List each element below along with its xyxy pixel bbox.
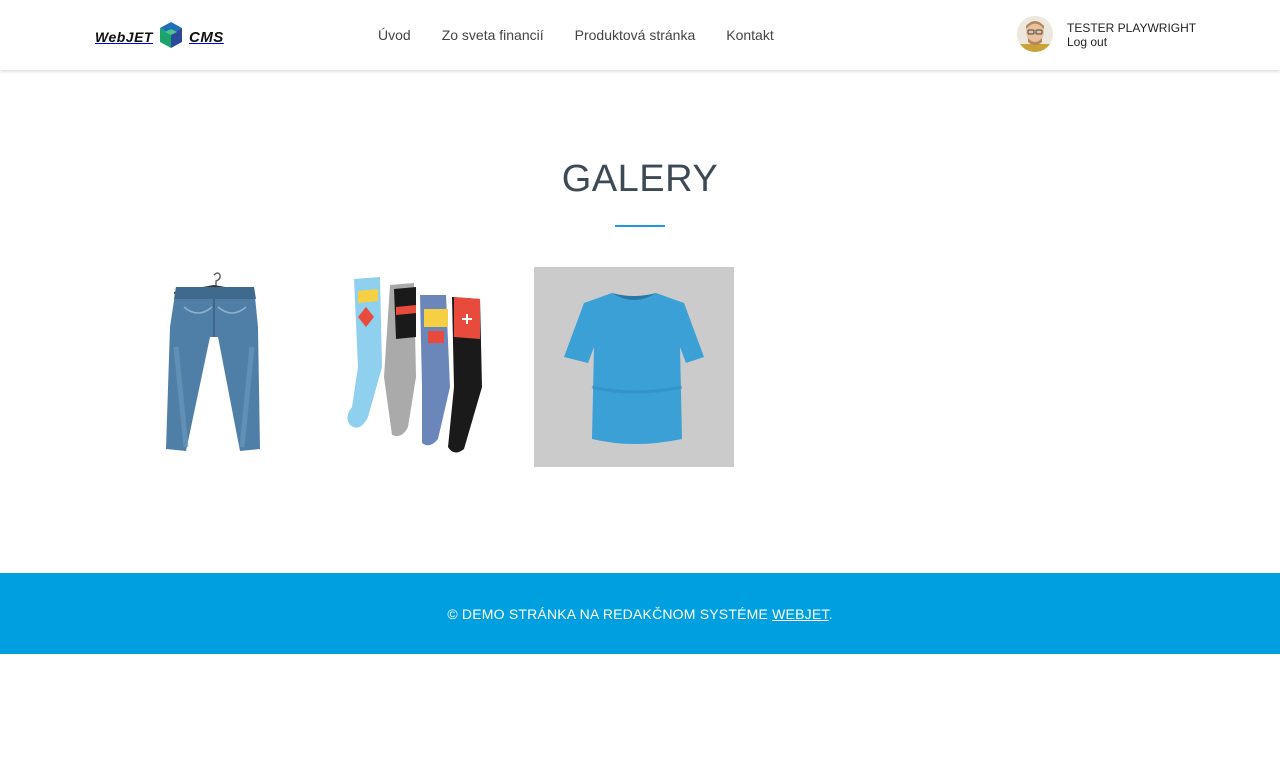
footer-webjet-link[interactable]: WEBJET <box>772 606 828 622</box>
footer-text: © DEMO STRÁNKA NA REDAKČNOM SYSTÉME WEBJ… <box>447 606 832 622</box>
nav-item-kontakt[interactable]: Kontakt <box>726 26 773 44</box>
jeans-image <box>114 267 314 467</box>
nav-item-uvod[interactable]: Úvod <box>378 26 411 44</box>
site-footer: © DEMO STRÁNKA NA REDAKČNOM SYSTÉME WEBJ… <box>0 573 1280 654</box>
logo-cube-icon <box>159 21 183 54</box>
logo-text-webjet: WebJET <box>95 29 153 45</box>
gallery-item-jeans[interactable] <box>114 267 314 467</box>
user-panel: TESTER PLAYWRIGHT Log out <box>1017 16 1196 52</box>
nav-item-produktova-stranka[interactable]: Produktová stránka <box>575 26 696 44</box>
tshirt-image <box>534 267 734 467</box>
title-underline <box>615 225 665 227</box>
socks-image <box>324 267 524 467</box>
nav-item-zo-sveta-financii[interactable]: Zo sveta financií <box>442 26 544 44</box>
site-logo[interactable]: WebJET CMS <box>95 21 224 54</box>
footer-suffix: . <box>828 605 833 622</box>
logo-text-cms: CMS <box>188 28 224 46</box>
gallery-item-tshirt[interactable] <box>534 267 734 467</box>
user-name: TESTER PLAYWRIGHT <box>1067 21 1197 35</box>
avatar[interactable] <box>1017 16 1053 52</box>
logout-link[interactable]: Log out <box>1067 35 1196 49</box>
page-title: GALERY <box>561 158 719 200</box>
site-header: WebJET CMS Úvod Zo sveta financií Produk… <box>0 0 1280 70</box>
user-info: TESTER PLAYWRIGHT Log out <box>1067 19 1196 49</box>
main-nav: Úvod Zo sveta financií Produktová stránk… <box>378 26 805 44</box>
footer-copyright: © DEMO STRÁNKA NA REDAKČNOM SYSTÉME <box>447 605 773 622</box>
gallery <box>114 267 744 467</box>
gallery-item-socks[interactable] <box>324 267 524 467</box>
